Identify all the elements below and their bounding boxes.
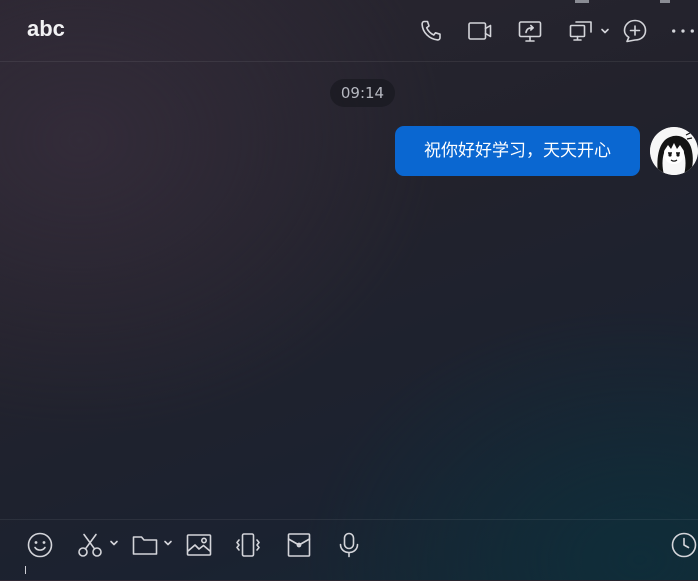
remote-assist-icon[interactable]: [568, 18, 594, 44]
more-icon[interactable]: [670, 18, 698, 44]
chevron-down-icon[interactable]: [109, 538, 119, 548]
vibrate-icon[interactable]: [234, 531, 262, 559]
message-timestamp: 09:14: [330, 79, 395, 107]
phone-icon[interactable]: [418, 18, 444, 44]
history-icon[interactable]: [670, 531, 698, 559]
message-bubble[interactable]: 祝你好好学习，天天开心: [395, 126, 640, 176]
scissors-icon[interactable]: [76, 531, 104, 559]
window-control-stub: [575, 0, 589, 3]
window-control-stub: [660, 0, 670, 3]
chevron-down-icon[interactable]: [600, 26, 610, 36]
emoji-icon[interactable]: [26, 531, 54, 559]
avatar[interactable]: [650, 127, 698, 175]
folder-icon[interactable]: [131, 531, 159, 559]
text-cursor: [25, 566, 26, 574]
chat-title: abc: [27, 16, 65, 41]
chat-header: abc: [0, 0, 698, 62]
video-camera-icon[interactable]: [467, 18, 493, 44]
red-packet-icon[interactable]: [285, 531, 313, 559]
add-member-icon[interactable]: [622, 18, 648, 44]
input-toolbar: [0, 519, 698, 581]
microphone-icon[interactable]: [335, 531, 363, 559]
image-icon[interactable]: [185, 531, 213, 559]
chevron-down-icon[interactable]: [163, 538, 173, 548]
screen-share-icon[interactable]: [517, 18, 543, 44]
